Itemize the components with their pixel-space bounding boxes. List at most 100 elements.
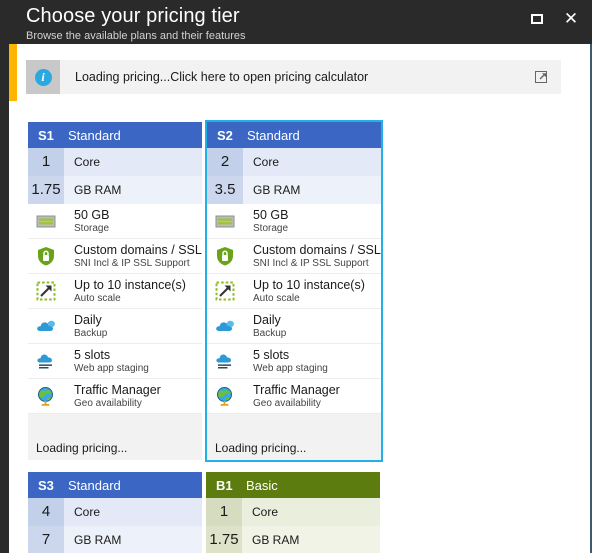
window-controls: ✕ — [526, 8, 582, 30]
feature-icon-container — [207, 315, 243, 337]
ram-label: GB RAM — [242, 526, 380, 553]
pricing-card-code: S2 — [217, 127, 233, 143]
tier-column: S2 Standard 2 Core 3.5 GB RAM 50 GB Storage Cust… — [205, 120, 383, 462]
feature-row: Traffic Manager Geo availability — [28, 379, 202, 414]
feature-title: Custom domains / SSL — [74, 242, 202, 257]
feature-subtitle: Geo availability — [253, 397, 321, 409]
feature-row: Up to 10 instance(s) Auto scale — [207, 274, 381, 309]
pricing-calculator-banner-text: Loading pricing...Click here to open pri… — [75, 70, 369, 84]
pricing-card-s3[interactable]: S3Standard4Core7GB RAM50 GBStorageCustom… — [26, 470, 204, 553]
feature-icon-container — [28, 385, 64, 407]
ram-value: 3.5 — [207, 176, 243, 204]
feature-texts: Daily Backup — [64, 313, 202, 340]
feature-title: Up to 10 instance(s) — [74, 277, 186, 292]
cores-label: Core — [64, 148, 202, 176]
feature-icon-container — [28, 315, 64, 337]
blade-accent-rail — [9, 44, 17, 101]
close-icon: ✕ — [563, 8, 579, 29]
feature-subtitle: Auto scale — [74, 292, 121, 304]
close-button[interactable]: ✕ — [560, 8, 582, 30]
feature-texts: 50 GB Storage — [64, 208, 202, 235]
page-subtitle: Browse the available plans and their fea… — [26, 30, 246, 42]
shield-lock-icon — [38, 247, 54, 266]
blade-body: i Loading pricing...Click here to open p… — [0, 44, 592, 553]
globe-icon — [217, 386, 232, 406]
globe-icon — [38, 386, 53, 406]
external-link-box — [535, 71, 547, 83]
staging-cloud-icon — [216, 354, 231, 369]
feature-subtitle: Backup — [253, 327, 287, 339]
feature-title: Traffic Manager — [74, 382, 161, 397]
tier-column: S3Standard4Core7GB RAM50 GBStorageCustom… — [26, 470, 204, 553]
pricing-card-b1[interactable]: B1Basic1Core1.75GB RAM10 GB — [204, 470, 382, 553]
backup-cloud-icon — [216, 320, 234, 331]
tier-column: B1Basic1Core1.75GB RAM10 GB — [204, 470, 382, 553]
info-icon: i — [34, 68, 52, 86]
pricing-card-name: Basic — [246, 477, 278, 493]
feature-title: Daily — [253, 312, 281, 327]
ram-value: 1.75 — [206, 526, 242, 553]
feature-subtitle: Web app staging — [253, 362, 328, 374]
titlebar: Choose your pricing tier Browse the avai… — [0, 0, 592, 44]
cores-label: Core — [243, 148, 381, 176]
pricing-card-header: S1 Standard — [28, 122, 202, 148]
feature-icon-container — [207, 350, 243, 372]
feature-texts: 5 slots Web app staging — [64, 348, 202, 375]
cores-label: Core — [242, 498, 380, 526]
feature-texts: Traffic Manager Geo availability — [64, 383, 202, 410]
external-link-icon[interactable] — [535, 70, 549, 84]
spec-row-ram: 3.5 GB RAM — [207, 176, 381, 204]
pricing-card-s1[interactable]: S1 Standard 1 Core 1.75 GB RAM 50 GB Storage Cus… — [26, 120, 204, 462]
feature-texts: Custom domains / SSL SNI Incl & IP SSL Su… — [243, 243, 381, 270]
pricing-card-footer: Loading pricing... — [28, 414, 202, 460]
titlebar-texts: Choose your pricing tier Browse the avai… — [26, 4, 246, 43]
ram-label: GB RAM — [64, 526, 202, 553]
spec-row-ram: 1.75 GB RAM — [28, 176, 202, 204]
feature-title: Daily — [74, 312, 102, 327]
storage-icon — [215, 215, 235, 228]
feature-icon-container — [28, 245, 64, 267]
pricing-card-s2[interactable]: S2 Standard 2 Core 3.5 GB RAM 50 GB Storage Cust… — [205, 120, 383, 462]
pricing-card-header: S3 Standard — [28, 472, 202, 498]
cores-value: 4 — [28, 498, 64, 526]
feature-texts: 5 slots Web app staging — [243, 348, 381, 375]
spec-row-cores: 2 Core — [207, 148, 381, 176]
feature-subtitle: Storage — [74, 222, 110, 234]
spec-row-ram: 7 GB RAM — [28, 526, 202, 553]
feature-icon-container — [207, 245, 243, 267]
restore-button[interactable] — [526, 8, 548, 30]
pricing-card-code: B1 — [216, 477, 233, 493]
pricing-card-name: Standard — [68, 127, 121, 143]
feature-row: 5 slots Web app staging — [207, 344, 381, 379]
spec-row-ram: 1.75 GB RAM — [206, 526, 380, 553]
blade-left-gutter — [0, 44, 9, 553]
feature-texts: Up to 10 instance(s) Auto scale — [243, 278, 381, 305]
autoscale-icon — [215, 281, 235, 301]
pricing-card-header: S2 Standard — [207, 122, 381, 148]
pricing-card-footer: Loading pricing... — [207, 414, 381, 460]
pricing-card-code: S1 — [38, 127, 54, 143]
feature-subtitle: Geo availability — [74, 397, 142, 409]
feature-subtitle: SNI Incl & IP SSL Support — [74, 257, 190, 269]
feature-title: 5 slots — [253, 347, 290, 362]
feature-title: Traffic Manager — [253, 382, 340, 397]
shield-lock-icon — [217, 247, 233, 266]
feature-row: 5 slots Web app staging — [28, 344, 202, 379]
feature-icon-container — [28, 210, 64, 232]
cores-value: 2 — [207, 148, 243, 176]
spec-row-cores: 1 Core — [206, 498, 380, 526]
ram-value: 1.75 — [28, 176, 64, 204]
pricing-calculator-banner[interactable]: i Loading pricing...Click here to open p… — [26, 60, 561, 94]
spec-row-cores: 4 Core — [28, 498, 202, 526]
pricing-card-footer-text: Loading pricing... — [36, 441, 128, 455]
backup-cloud-icon — [37, 320, 55, 331]
ram-label: GB RAM — [64, 176, 202, 204]
feature-title: 50 GB — [253, 207, 289, 222]
feature-title: 50 GB — [74, 207, 110, 222]
page-title: Choose your pricing tier — [26, 5, 240, 27]
feature-row: Custom domains / SSL SNI Incl & IP SSL Su… — [28, 239, 202, 274]
feature-subtitle: Auto scale — [253, 292, 300, 304]
feature-row: Traffic Manager Geo availability — [207, 379, 381, 414]
feature-title: Up to 10 instance(s) — [253, 277, 365, 292]
feature-texts: Traffic Manager Geo availability — [243, 383, 381, 410]
